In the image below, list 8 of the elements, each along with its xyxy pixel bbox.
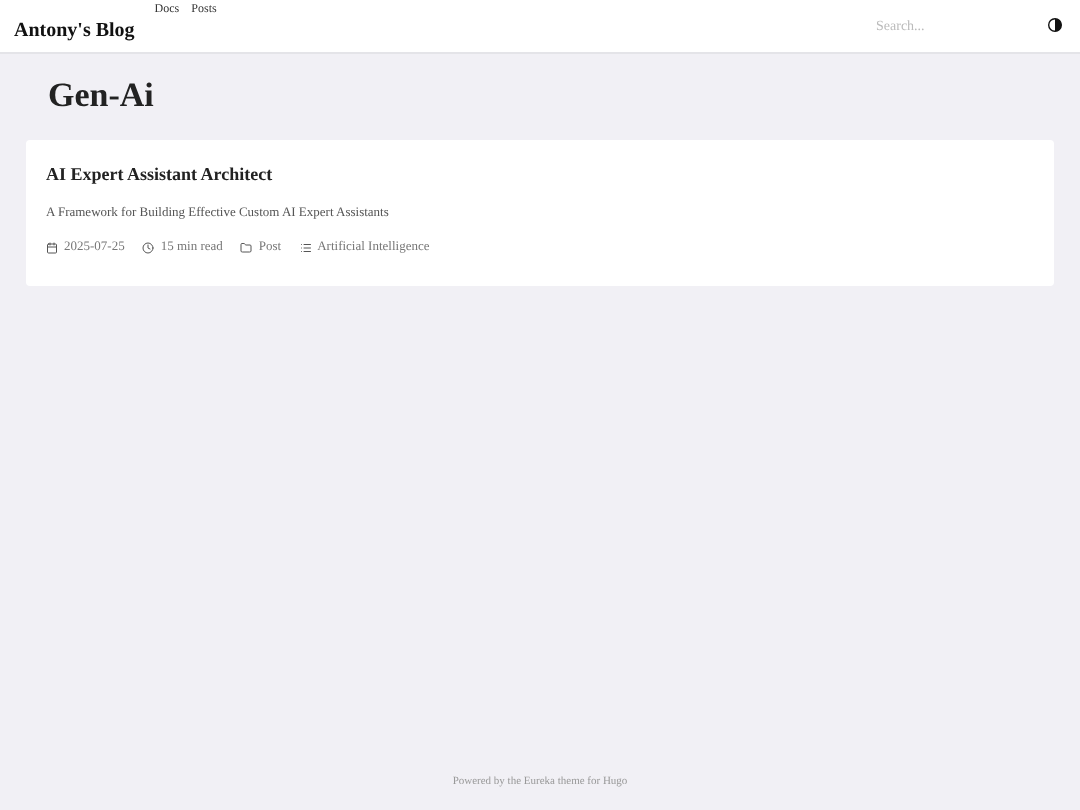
list-icon <box>299 242 312 255</box>
clock-icon <box>142 242 155 255</box>
contrast-icon[interactable] <box>1048 18 1062 32</box>
page-title: Gen-Ai <box>48 78 156 112</box>
calendar-icon <box>46 242 58 255</box>
folder-icon <box>240 242 253 255</box>
post-title[interactable]: AI Expert Assistant Architect <box>46 162 1034 189</box>
blog-title[interactable]: Antony's Blog <box>14 16 135 46</box>
